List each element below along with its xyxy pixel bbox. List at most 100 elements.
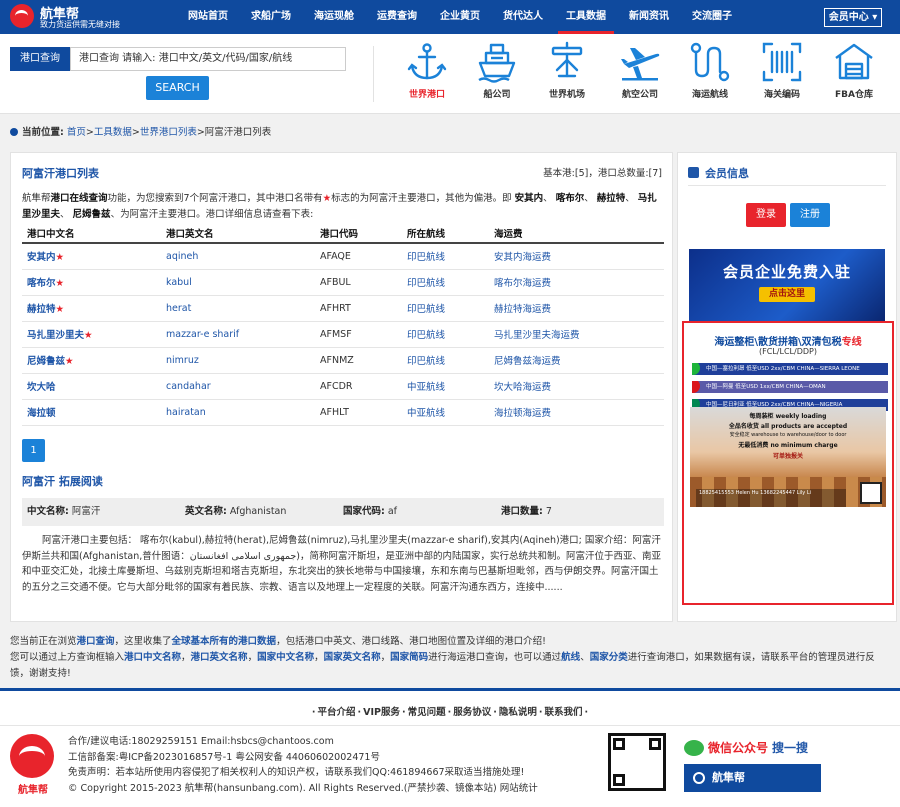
icp-record[interactable]: 工信部备案:粤ICP备2023016857号-1 xyxy=(68,752,232,763)
notice-link[interactable]: 国家英文名称 xyxy=(324,652,381,663)
port-freight-link[interactable]: 喀布尔海运费 xyxy=(489,269,664,296)
port-en-name[interactable]: aqineh xyxy=(161,243,315,270)
port-en-name[interactable]: candahar xyxy=(161,373,315,400)
member-center-button[interactable]: 会员中心 ▾ xyxy=(824,8,882,27)
footer: · 平台介绍 · VIP服务 · 常见问题 · 服务协议 · 隐私说明 · 联系我们 · 航隼帮 合作/… xyxy=(0,688,900,807)
ad-route-text: 中国—塞拉利昂 低至USD 2xx/CBM CHINA—SIERRA LEONE xyxy=(706,366,860,372)
port-search-input[interactable]: 港口查询 请输入: 港口中文/英文/代码/国家/航线 xyxy=(70,47,346,71)
breadcrumb-home[interactable]: 首页 xyxy=(67,127,86,138)
nav-sea-space[interactable]: 海运现舱 xyxy=(306,0,362,34)
footer-link-vip[interactable]: VIP服务 xyxy=(363,707,400,718)
port-route[interactable]: 印巴航线 xyxy=(402,321,489,348)
user-icon xyxy=(688,167,699,178)
port-en-name[interactable]: kabul xyxy=(161,269,315,296)
wechat-search: 微信公众号 搜一搜 xyxy=(684,739,834,757)
category-world-ports[interactable]: 世界港口 xyxy=(397,40,457,110)
port-cn-name[interactable]: 安其内★ xyxy=(22,243,161,270)
footer-link-contact[interactable]: 联系我们 xyxy=(544,707,582,718)
port-cn-name[interactable]: 赫拉特★ xyxy=(22,295,161,322)
category-world-airports[interactable]: 世界机场 xyxy=(537,40,597,110)
port-freight-link[interactable]: 海拉顿海运费 xyxy=(489,399,664,426)
notice-link[interactable]: 国家简码 xyxy=(390,652,428,663)
port-en-name[interactable]: hairatan xyxy=(161,399,315,426)
nav-tools-data[interactable]: 工具数据 xyxy=(558,0,614,34)
nav-forwarders[interactable]: 货代达人 xyxy=(495,0,551,34)
nav-yellow-pages[interactable]: 企业黄页 xyxy=(432,0,488,34)
member-info-title: 会员信息 xyxy=(688,165,749,181)
category-shipping-routes[interactable]: 海运航线 xyxy=(680,40,740,110)
page-1-button[interactable]: 1 xyxy=(22,439,45,462)
port-freight-link[interactable]: 安其内海运费 xyxy=(489,243,664,270)
shipping-ad[interactable]: 海运整柜\散货拼箱\双清包税专线 (FCL/LCL/DDP) 中国—塞拉利昂 低… xyxy=(682,321,894,605)
police-record[interactable]: 粤公网安备 44060602002471号 xyxy=(235,752,380,763)
divider xyxy=(0,725,900,726)
port-route[interactable]: 中亚航线 xyxy=(402,399,489,426)
nav-home[interactable]: 网站首页 xyxy=(180,0,236,34)
banner-button[interactable]: 点击这里 xyxy=(759,287,815,302)
footer-link-faq[interactable]: 常见问题 xyxy=(408,707,446,718)
page-title: 阿富汗港口列表 xyxy=(22,167,99,180)
port-freight-link[interactable]: 赫拉特海运费 xyxy=(489,295,664,322)
site-logo[interactable]: 航隼帮 致力货运供需无缝对接 xyxy=(10,3,160,31)
port-cn-name[interactable]: 喀布尔★ xyxy=(22,269,161,296)
notice-link[interactable]: 国家分类 xyxy=(590,652,628,663)
footer-registration: 工信部备案:粤ICP备2023016857号-1 粤公网安备 440606020… xyxy=(68,750,598,766)
notice-link[interactable]: 航线 xyxy=(561,652,580,663)
port-en-name[interactable]: herat xyxy=(161,295,315,322)
free-membership-banner[interactable]: 会员企业免费入驻 点击这里 xyxy=(689,249,885,321)
category-fba-warehouses[interactable]: FBA仓库 xyxy=(824,40,884,110)
main-port-star-icon: ★ xyxy=(65,356,74,367)
port-route[interactable]: 中亚航线 xyxy=(402,373,489,400)
notice-link[interactable]: 全球基本所有的港口数据 xyxy=(172,636,277,647)
footer-logo[interactable]: 航隼帮 xyxy=(10,734,56,796)
port-code: AFHRT xyxy=(315,295,402,322)
country-code-value: af xyxy=(387,506,398,517)
port-route[interactable]: 印巴航线 xyxy=(402,243,489,270)
nav-news[interactable]: 新闻资讯 xyxy=(621,0,677,34)
port-en-name[interactable]: mazzar-e sharif xyxy=(161,321,315,348)
wechat-search-button[interactable]: 航隼帮 xyxy=(684,764,821,792)
footer-link-terms[interactable]: 服务协议 xyxy=(453,707,491,718)
search-button[interactable]: SEARCH xyxy=(146,76,209,100)
category-hs-codes[interactable]: 海关编码 xyxy=(752,40,812,110)
breadcrumb-tools[interactable]: 工具数据 xyxy=(94,127,132,138)
notice-link[interactable]: 港口中文名称 xyxy=(124,652,181,663)
breadcrumb-world-ports[interactable]: 世界港口列表 xyxy=(140,127,197,138)
port-cn-name[interactable]: 海拉顿 xyxy=(22,399,161,426)
notice-link[interactable]: 港口查询 xyxy=(77,636,115,647)
port-en-name[interactable]: nimruz xyxy=(161,347,315,374)
port-cn-name[interactable]: 尼姆鲁兹★ xyxy=(22,347,161,374)
member-center-label: 会员中心 xyxy=(828,12,869,23)
nav-community[interactable]: 交流圈子 xyxy=(684,0,740,34)
member-sidebar: 会员信息 登录 注册 会员企业免费入驻 点击这里 海运整柜\散货拼箱\双清包税专… xyxy=(677,152,897,622)
login-button[interactable]: 登录 xyxy=(746,203,786,227)
port-cn-name[interactable]: 坎大哈 xyxy=(22,373,161,400)
port-code: AFNMZ xyxy=(315,347,402,374)
footer-link-privacy[interactable]: 隐私说明 xyxy=(499,707,537,718)
breadcrumb-current: 阿富汗港口列表 xyxy=(204,127,272,138)
notice-link[interactable]: 港口英文名称 xyxy=(191,652,248,663)
port-route[interactable]: 印巴航线 xyxy=(402,295,489,322)
port-cn-name[interactable]: 马扎里沙里夫★ xyxy=(22,321,161,348)
port-freight-link[interactable]: 马扎里沙里夫海运费 xyxy=(489,321,664,348)
nav-ship-request[interactable]: 求船广场 xyxy=(243,0,299,34)
port-freight-link[interactable]: 坎大哈海运费 xyxy=(489,373,664,400)
category-airlines[interactable]: 航空公司 xyxy=(610,40,670,110)
nav-freight-query[interactable]: 运费查询 xyxy=(369,0,425,34)
register-button[interactable]: 注册 xyxy=(790,203,830,227)
footer-link-about[interactable]: 平台介绍 xyxy=(318,707,356,718)
route-icon xyxy=(690,42,730,82)
col-code: 港口代码 xyxy=(315,223,402,244)
category-label: 船公司 xyxy=(483,90,511,100)
port-route[interactable]: 印巴航线 xyxy=(402,347,489,374)
table-row: 赫拉特★ herat AFHRT 印巴航线 赫拉特海运费 xyxy=(22,295,664,322)
logo-icon xyxy=(10,734,54,778)
breadcrumb: 当前位置: 首页>工具数据>世界港口列表>阿富汗港口列表 xyxy=(10,124,890,138)
search-panel: 港口查询 港口查询 请输入: 港口中文/英文/代码/国家/航线 SEARCH 世… xyxy=(0,34,900,114)
port-freight-link[interactable]: 尼姆鲁兹海运费 xyxy=(489,347,664,374)
ad-headline: 海运整柜\散货拼箱\双清包税专线 xyxy=(684,333,892,348)
category-shipping-companies[interactable]: 船公司 xyxy=(467,40,527,110)
port-route[interactable]: 印巴航线 xyxy=(402,269,489,296)
en-name-value: Afghanistan xyxy=(229,506,287,517)
notice-link[interactable]: 国家中文名称 xyxy=(257,652,314,663)
